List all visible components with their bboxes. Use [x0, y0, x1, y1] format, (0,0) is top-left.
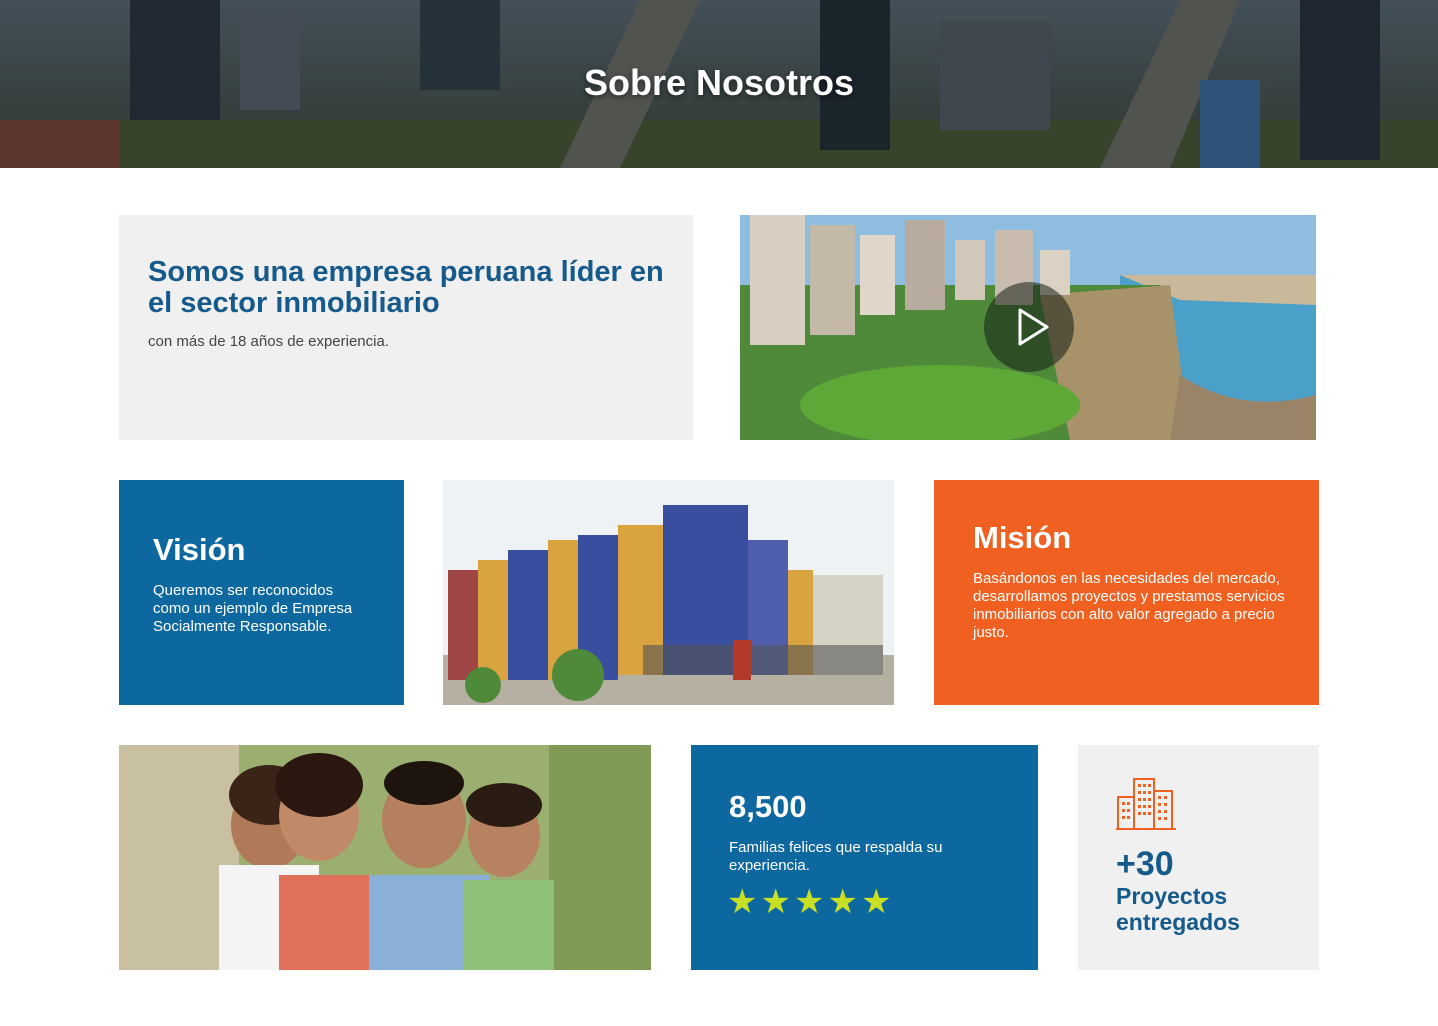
intro-subtitle: con más de 18 años de experiencia.	[148, 333, 389, 350]
vision-text: Queremos ser reconocidos como un ejemplo…	[153, 582, 353, 635]
play-icon	[1018, 308, 1049, 346]
hero-banner: Sobre Nosotros	[0, 0, 1438, 168]
star-icon: ★	[793, 883, 825, 921]
building-image	[443, 480, 894, 705]
happy-family-photo	[119, 745, 651, 970]
star-icon: ★	[827, 883, 858, 921]
intro-card: Somos una empresa peruana líder en el se…	[119, 215, 693, 440]
star-icon: ★	[860, 883, 892, 921]
vision-heading: Visión	[153, 532, 246, 567]
apartment-building-image	[443, 480, 894, 705]
video-thumbnail[interactable]	[740, 215, 1316, 440]
play-button[interactable]	[984, 282, 1074, 372]
star-icon: ★	[760, 883, 791, 921]
projects-stat-card: +30 Proyectos entregados	[1078, 745, 1319, 970]
mision-card: Misión Basándonos en las necesidades del…	[934, 480, 1319, 705]
vision-card: Visión Queremos ser reconocidos como un …	[119, 480, 404, 705]
families-count: 8,500	[729, 789, 807, 824]
families-text: Familias felices que respalda su experie…	[729, 839, 943, 874]
families-stat-card: 8,500 Familias felices que respalda su e…	[691, 745, 1038, 970]
star-icon: ★	[727, 883, 758, 921]
intro-heading: Somos una empresa peruana líder en el se…	[148, 256, 664, 319]
buildings-icon	[1116, 778, 1176, 830]
projects-count: +30	[1116, 845, 1174, 883]
star-rating: ★ ★ ★ ★ ★	[727, 885, 891, 919]
mision-heading: Misión	[973, 520, 1072, 555]
mision-text: Basándonos en las necesidades del mercad…	[973, 570, 1285, 641]
projects-label: Proyectos entregados	[1116, 883, 1240, 935]
page-title: Sobre Nosotros	[583, 62, 855, 103]
family-image	[119, 745, 651, 970]
